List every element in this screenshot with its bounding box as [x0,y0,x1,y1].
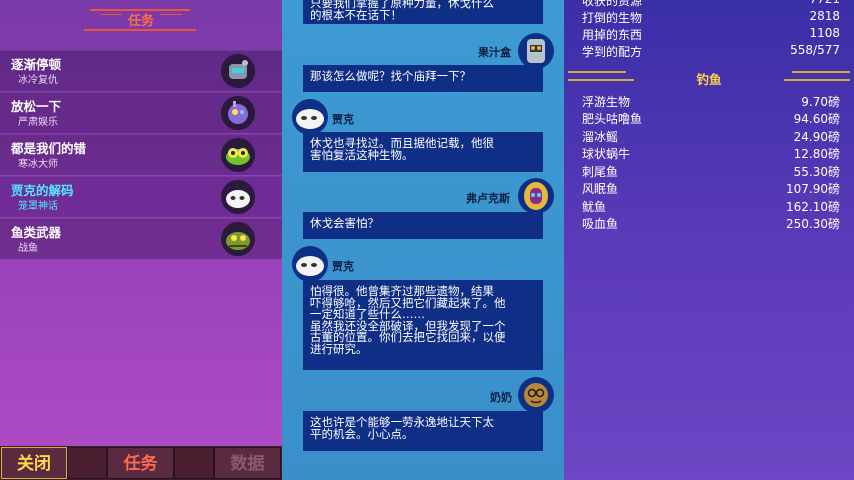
dialogue-bubble: 怕得很。他曾集齐过那些遗物，结果 吓得够呛，然后又把它们藏起来了。他 一定知道了… [303,280,543,370]
dialogue-bubble: 休戈会害怕？ [303,212,543,239]
tab-spacer-1 [67,447,107,479]
stat-row: 用掉的东西 1108 [582,26,840,43]
goggles-creature-icon [221,138,255,172]
stat-row: 学到的配方 558/577 [582,43,840,60]
tab-close[interactable]: 关闭 [1,447,67,479]
stats-panel[interactable]: 收获的资源 7721 打倒的生物 2818 用掉的东西 1108 学到的配方 5… [564,0,854,480]
fish-label: 溜冰鳐 [582,130,619,144]
stat-label: 学到的配方 [582,45,643,59]
stat-value: 7721 [809,0,840,6]
fish-row: 球状蜗牛 12.80磅 [582,145,840,162]
dialogue-bubble: 那该怎么做呢？找个庙拜一下？ [303,65,543,92]
tab-data-label: 数据 [230,454,265,474]
war-fish-icon [221,222,255,256]
stat-label: 收获的资源 [582,0,643,8]
quest-item-2[interactable]: 放松一下 严肃娱乐 [0,92,282,133]
tab-close-label: 关闭 [17,454,51,474]
tab-quests[interactable]: 任务 [107,447,174,479]
stat-value: 2818 [809,9,840,23]
robot-helmet-icon [221,54,255,88]
fish-value: 250.30磅 [786,217,840,231]
fish-value: 12.80磅 [793,147,840,161]
fish-value: 9.70磅 [801,95,840,109]
dialogue-line: 进行研究。 [310,341,368,356]
fish-label: 肥头咕噜鱼 [582,112,643,126]
fish-row: 鱿鱼 162.10磅 [582,198,840,215]
dialogue-line: 的根本不在话下！ [310,7,402,22]
speaker-name: 贾克 [332,260,354,273]
stat-value: 1108 [809,26,840,40]
flux-helmet-icon [518,178,554,214]
speaker-name: 弗卢克斯 [466,192,510,205]
stat-value: 558/577 [790,43,840,57]
quest-panel-header: 任务 [0,0,282,46]
purple-robot-icon [221,96,255,130]
dialogue-log[interactable]: 只要我们掌握了原种力量，休戈什么 的根本不在话下！ 果汁盒 那该怎么做呢？找个庙… [282,0,564,480]
fish-value: 107.90磅 [786,182,840,196]
quest-item-4[interactable]: 贾克的解码 笼罩神话 [0,176,282,217]
fish-row: 浮游生物 9.70磅 [582,93,840,110]
jack-ghost-icon [221,180,255,214]
quest-subtitle: 笼罩神话 [18,201,58,212]
fish-label: 浮游生物 [582,95,631,109]
fishing-section-title: 钓鱼 [696,72,722,87]
quest-panel: 任务 逐渐停顿 冰冷复仇 放松一下 严肃娱乐 都是我们的错 寒冰大师 贾克的解码… [0,0,282,480]
tab-spacer-2 [174,447,214,479]
header-ornament-bottom [84,29,196,31]
fish-label: 风眠鱼 [582,182,619,196]
stat-row: 打倒的生物 2818 [582,9,840,26]
quest-subtitle: 战鱼 [18,243,38,254]
fish-value: 24.90磅 [793,130,840,144]
fish-label: 鱿鱼 [582,200,607,214]
speaker-name: 贾克 [332,113,354,126]
quest-subtitle: 严肃娱乐 [18,117,58,128]
fish-value: 162.10磅 [786,200,840,214]
grandma-icon [518,377,554,413]
dialogue-bubble: 这也许是个能够一劳永逸地让天下太 平的机会。小心点。 [303,411,543,451]
quest-subtitle: 冰冷复仇 [18,75,58,86]
dialogue-line: 休戈会害怕？ [310,216,379,230]
quest-item-1[interactable]: 逐渐停顿 冰冷复仇 [0,50,282,91]
fish-label: 刺尾鱼 [582,165,619,179]
fish-value: 55.30磅 [793,165,840,179]
dialogue-line: 那该怎么做呢？找个庙拜一下？ [310,69,471,83]
stat-row: 收获的资源 7721 [582,0,840,9]
dialogue-line: 害怕复活这种生物。 [310,147,414,162]
dialogue-bubble: 只要我们掌握了原种力量，休戈什么 的根本不在话下！ [303,0,543,24]
fish-row: 风眠鱼 107.90磅 [582,180,840,197]
fishing-section-header: 钓鱼 [564,66,854,88]
speaker-name: 果汁盒 [478,46,511,59]
fish-row: 肥头咕噜鱼 94.60磅 [582,110,840,127]
dialogue-line: 平的机会。小心点。 [310,426,414,441]
tab-quests-label: 任务 [123,454,158,474]
fish-label: 吸血鱼 [582,217,619,231]
juicebox-robot-icon [518,33,554,69]
quest-subtitle: 寒冰大师 [18,159,58,170]
fish-row: 溜冰鳐 24.90磅 [582,128,840,145]
fish-label: 球状蜗牛 [582,147,631,161]
quest-panel-title: 任务 [127,14,154,29]
fish-value: 94.60磅 [793,112,840,126]
speaker-name: 奶奶 [490,391,512,404]
quest-item-3[interactable]: 都是我们的错 寒冰大师 [0,134,282,175]
fish-row: 刺尾鱼 55.30磅 [582,163,840,180]
jack-ghost-icon [292,99,328,135]
jack-ghost-icon [292,246,328,282]
stat-label: 打倒的生物 [582,11,643,25]
fish-row: 吸血鱼 250.30磅 [582,215,840,232]
bottom-tab-bar: 关闭 任务 数据 [0,446,282,480]
quest-item-5[interactable]: 鱼类武器 战鱼 [0,218,282,259]
tab-data[interactable]: 数据 [214,447,281,479]
stat-label: 用掉的东西 [582,28,643,42]
dialogue-bubble: 休戈也寻找过。而且据他记载，他很 害怕复活这种生物。 [303,132,543,172]
